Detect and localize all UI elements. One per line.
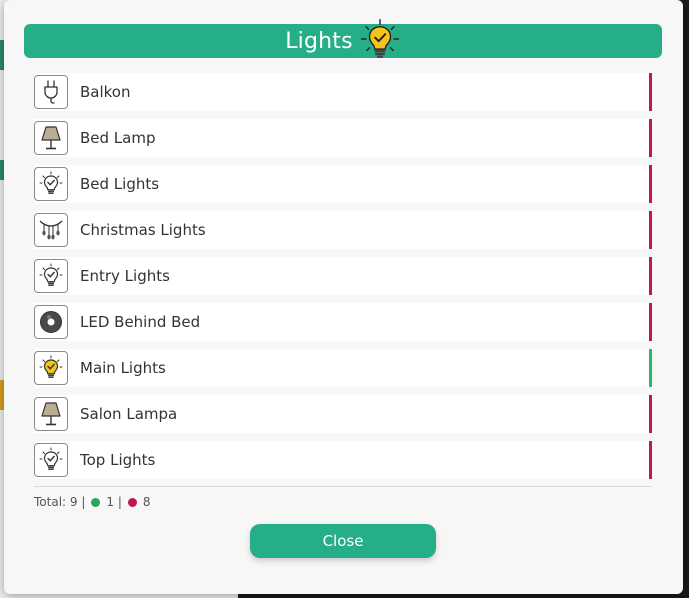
plug-icon [44, 80, 58, 104]
list-item[interactable]: Entry Lights [34, 257, 652, 295]
list-item[interactable]: Christmas Lights [34, 211, 652, 249]
list-item[interactable]: Top Lights [34, 441, 652, 479]
summary-bar: Total: 9 | 1 | 8 [34, 495, 151, 509]
item-icon-box [34, 213, 68, 247]
state-indicator-on [649, 349, 652, 387]
state-indicator-off [649, 73, 652, 111]
item-label: LED Behind Bed [80, 313, 201, 331]
state-indicator-off [649, 119, 652, 157]
list-item[interactable]: Salon Lampa [34, 395, 652, 433]
item-label: Top Lights [80, 451, 156, 469]
list-item[interactable]: Main Lights [34, 349, 652, 387]
led-ring-icon [40, 311, 62, 333]
item-label: Bed Lamp [80, 129, 156, 147]
on-status-dot [91, 497, 101, 507]
state-indicator-off [649, 165, 652, 203]
close-button[interactable]: Close [250, 524, 436, 558]
item-label: Main Lights [80, 359, 166, 377]
lights-dialog: Lights Balkon Bed Lamp Bed Lights Christ… [4, 0, 683, 594]
on-count: 1 | [106, 495, 122, 509]
dialog-title: Lights [285, 28, 353, 54]
summary-divider [34, 486, 652, 487]
list-item[interactable]: Balkon [34, 73, 652, 111]
dialog-header: Lights [24, 19, 662, 58]
table-lamp-icon [41, 402, 61, 426]
item-label: Christmas Lights [80, 221, 206, 239]
list-item[interactable]: LED Behind Bed [34, 303, 652, 341]
item-icon-box [34, 167, 68, 201]
state-indicator-off [649, 211, 652, 249]
item-label: Salon Lampa [80, 405, 178, 423]
lightbulb-on-icon [39, 355, 63, 378]
item-icon-box [34, 305, 68, 339]
total-count: Total: 9 | [34, 495, 86, 509]
item-label: Balkon [80, 83, 131, 101]
table-lamp-icon [41, 126, 61, 150]
string-lights-icon [39, 220, 63, 240]
state-indicator-off [649, 395, 652, 433]
off-count: 8 [142, 495, 151, 509]
off-status-dot [127, 497, 137, 507]
item-icon-box [34, 259, 68, 293]
item-icon-box [34, 443, 68, 477]
item-icon-box [34, 121, 68, 155]
item-icon-box [34, 397, 68, 431]
list-item[interactable]: Bed Lamp [34, 119, 652, 157]
state-indicator-off [649, 257, 652, 295]
state-indicator-off [649, 303, 652, 341]
lightbulb-icon [39, 171, 63, 194]
item-label: Entry Lights [80, 267, 170, 285]
item-label: Bed Lights [80, 175, 160, 193]
lightbulb-icon [39, 263, 63, 286]
lightbulb-icon [39, 447, 63, 470]
item-icon-box [34, 75, 68, 109]
state-indicator-off [649, 441, 652, 479]
item-icon-box [34, 351, 68, 385]
lights-list: Balkon Bed Lamp Bed Lights Christmas Lig… [34, 73, 652, 487]
lightbulb-on-icon [360, 19, 399, 58]
list-item[interactable]: Bed Lights [34, 165, 652, 203]
